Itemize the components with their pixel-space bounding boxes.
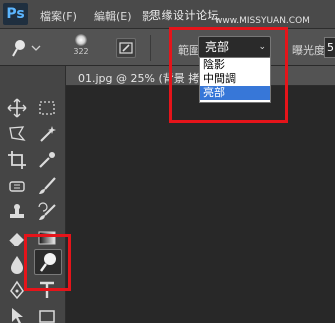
brush-panel-icon [119, 42, 133, 54]
highlight-box-dodge-tool [24, 234, 71, 291]
stamp-icon [10, 204, 24, 218]
eyedropper-icon [39, 152, 55, 168]
brush-tool[interactable] [36, 175, 58, 197]
ps-logo: Ps [3, 3, 28, 25]
watermark-text: 思缘设计论坛 [150, 9, 219, 22]
brush-picker[interactable]: 322 [70, 33, 92, 63]
options-divider [150, 35, 151, 61]
tool-preset-picker[interactable] [10, 38, 42, 58]
magic-wand-icon [40, 126, 56, 142]
history-brush-tool[interactable] [36, 201, 58, 223]
marquee-tool[interactable] [36, 97, 58, 119]
brush-panel-button[interactable] [116, 38, 136, 58]
arrow-cursor-icon [12, 308, 23, 323]
rectangle-icon [39, 310, 55, 323]
bandage-icon [9, 181, 25, 192]
move-icon [7, 98, 27, 118]
dodge-icon [12, 40, 41, 57]
exposure-input[interactable]: 5 [324, 37, 335, 58]
crop-tool[interactable] [6, 149, 28, 171]
path-selection-tool[interactable] [6, 305, 28, 323]
menu-bar: Ps 檔案(F) 編輯(E) 影 思缘设计论坛 www.MISSYUAN.COM [0, 0, 335, 29]
brush-size: 322 [73, 47, 89, 56]
lasso-tool[interactable] [6, 123, 28, 145]
menu-file[interactable]: 檔案(F) [40, 8, 77, 24]
rectangle-tool[interactable] [36, 305, 58, 323]
history-brush-icon [38, 202, 56, 220]
clone-stamp-tool[interactable] [6, 201, 28, 223]
eyedropper-tool[interactable] [36, 149, 58, 171]
crop-icon [8, 151, 26, 169]
move-tool[interactable] [6, 97, 28, 119]
highlight-box-range [169, 27, 288, 123]
brush-tip-icon [75, 34, 87, 46]
paintbrush-icon [39, 177, 56, 194]
magic-wand-tool[interactable] [36, 123, 58, 145]
lasso-icon [9, 126, 26, 141]
marquee-icon [39, 101, 55, 115]
healing-brush-tool[interactable] [6, 175, 28, 197]
menu-edit[interactable]: 編輯(E) [94, 8, 132, 24]
watermark-url: www.MISSYUAN.COM [215, 16, 310, 26]
